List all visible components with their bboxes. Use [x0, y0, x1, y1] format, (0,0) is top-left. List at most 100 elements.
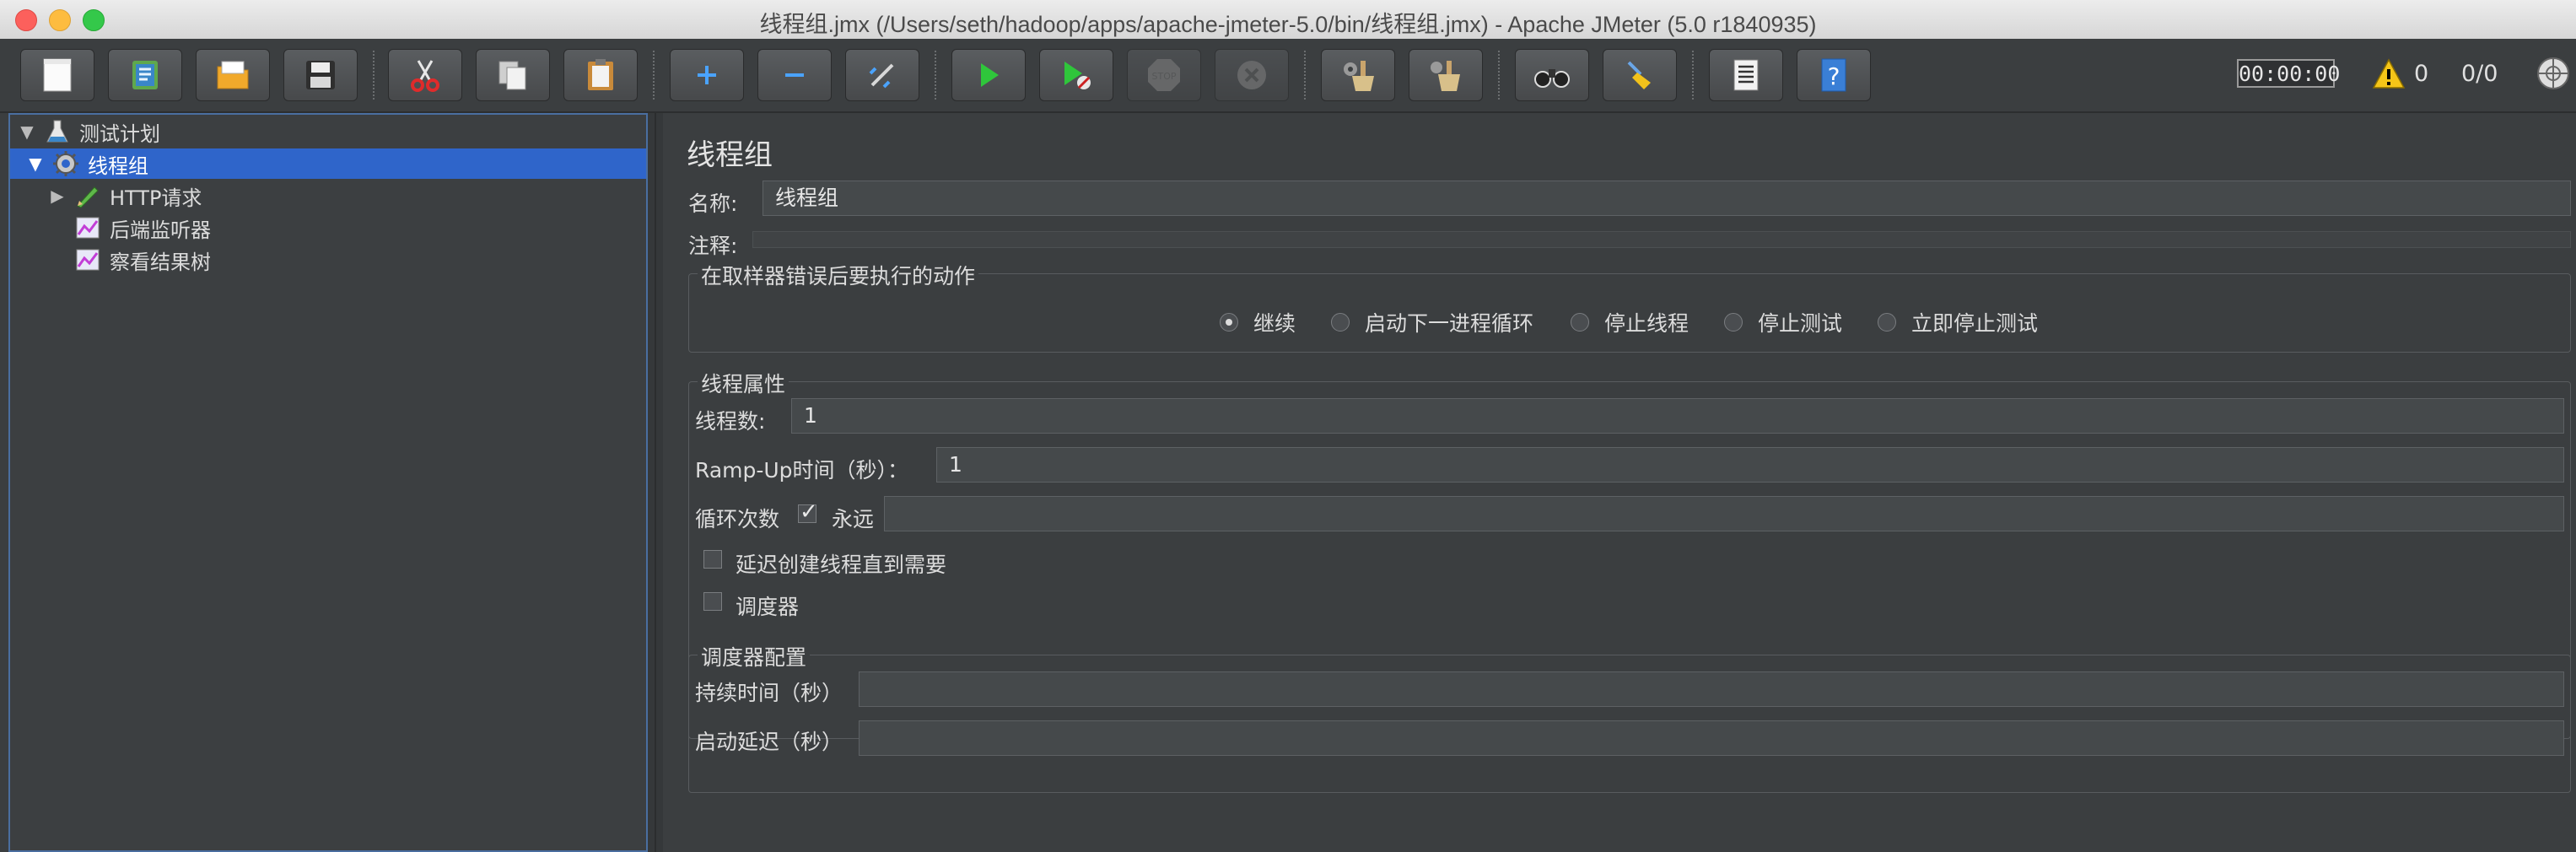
- forever-checkbox[interactable]: [798, 499, 818, 525]
- cut-button[interactable]: [388, 49, 462, 101]
- start-no-pauses-button[interactable]: [1039, 49, 1113, 101]
- svg-text:?: ?: [1828, 62, 1840, 90]
- toolbar-separator: [1498, 51, 1500, 100]
- save-button[interactable]: [283, 49, 358, 101]
- minus-icon: [785, 73, 804, 77]
- function-helper-button[interactable]: [1709, 49, 1783, 101]
- shutdown-icon: [1237, 61, 1266, 89]
- radio-start-next-loop[interactable]: 启动下一进程循环: [1331, 307, 1533, 337]
- svg-text:STOP: STOP: [1152, 71, 1177, 82]
- tree-item-label: 线程组: [88, 154, 148, 178]
- new-button[interactable]: [20, 49, 94, 101]
- reset-search-button[interactable]: [1603, 49, 1677, 101]
- save-disk-icon: [306, 61, 335, 89]
- expanded-triangle-icon[interactable]: ▼: [27, 154, 44, 174]
- tree-item-http-request[interactable]: ▶ HTTP请求: [49, 181, 639, 211]
- scissors-icon: [411, 60, 439, 92]
- paste-clipboard-icon: [588, 59, 613, 90]
- startup-delay-field[interactable]: [859, 720, 2564, 756]
- templates-button[interactable]: [108, 49, 182, 101]
- window-title: 线程组.jmx (/Users/seth/hadoop/apps/apache-…: [759, 12, 1817, 37]
- start-button[interactable]: [951, 49, 1026, 101]
- radio-label: 停止线程: [1604, 311, 1689, 336]
- search-button[interactable]: [1515, 49, 1589, 101]
- clear-button[interactable]: [1321, 49, 1395, 101]
- warning-count: 0: [2414, 61, 2429, 87]
- radio-indicator[interactable]: [1571, 313, 1589, 332]
- group-title: 线程属性: [698, 368, 790, 398]
- delay-thread-creation-checkbox[interactable]: [703, 550, 722, 569]
- open-button[interactable]: [196, 49, 270, 101]
- warning-icon[interactable]: [2372, 57, 2406, 91]
- clear-broom-gear-icon: [1344, 61, 1374, 91]
- templates-icon: [132, 61, 158, 89]
- listener-chart-icon: [76, 217, 100, 239]
- collapse-all-button[interactable]: [757, 49, 832, 101]
- stop-sign-icon: STOP: [1148, 59, 1180, 91]
- expanded-triangle-icon[interactable]: ▼: [19, 121, 35, 142]
- radio-continue[interactable]: 继续: [1220, 307, 1296, 337]
- rampup-field[interactable]: 1: [936, 447, 2564, 483]
- new-document-icon: [43, 58, 72, 92]
- radio-stop-test[interactable]: 停止测试: [1724, 307, 1842, 337]
- tree-item-label: 察看结果树: [110, 250, 211, 274]
- radio-indicator[interactable]: [1724, 313, 1743, 332]
- toggle-button[interactable]: [845, 49, 919, 101]
- toggle-wand-icon: [869, 63, 894, 89]
- paste-button[interactable]: [563, 49, 638, 101]
- panel-splitter[interactable]: [648, 113, 663, 852]
- threads-label: 线程数:: [695, 409, 766, 434]
- group-title: 调度器配置: [698, 641, 811, 671]
- collapsed-triangle-icon[interactable]: ▶: [49, 186, 66, 206]
- toolbar-separator: [1304, 51, 1306, 100]
- thread-group-gear-icon: [53, 151, 78, 176]
- tree-item-label: HTTP请求: [110, 186, 202, 210]
- play-icon: [981, 63, 999, 87]
- open-folder-icon: [217, 61, 249, 89]
- loop-count-field[interactable]: [884, 496, 2564, 531]
- tree-item-label: 测试计划: [79, 121, 160, 146]
- tree-item-label: 后端监听器: [110, 218, 211, 242]
- radio-indicator[interactable]: [1878, 313, 1896, 332]
- threads-field[interactable]: 1: [791, 398, 2564, 434]
- comment-field[interactable]: [752, 231, 2571, 248]
- tree-item-test-plan[interactable]: ▼ 测试计划: [19, 116, 646, 147]
- expand-all-button[interactable]: [670, 49, 744, 101]
- radio-label: 立即停止测试: [1911, 311, 2039, 336]
- shutdown-button[interactable]: [1215, 49, 1289, 101]
- play-no-timers-icon: [1064, 62, 1091, 89]
- toolbar-separator: [373, 51, 375, 100]
- forever-label: 永远: [832, 507, 875, 531]
- http-sampler-pen-icon: [77, 186, 99, 208]
- radio-selected-indicator[interactable]: [1220, 313, 1238, 332]
- tree-item-thread-group[interactable]: ▼ 线程组: [10, 148, 646, 179]
- radio-label: 启动下一进程循环: [1365, 311, 1534, 336]
- help-button[interactable]: ?: [1797, 49, 1871, 101]
- toolbar-separator: [1692, 51, 1694, 100]
- function-list-icon: [1733, 59, 1759, 91]
- remote-engine-globe-icon[interactable]: [2536, 56, 2571, 91]
- scheduler-label: 调度器: [736, 595, 800, 619]
- radio-stop-thread[interactable]: 停止线程: [1571, 307, 1689, 337]
- test-plan-flask-icon: [46, 120, 68, 143]
- binoculars-icon: [1534, 69, 1570, 88]
- tree-item-backend-listener[interactable]: 后端监听器: [74, 213, 639, 243]
- stop-button[interactable]: STOP: [1127, 49, 1201, 101]
- test-plan-tree[interactable]: ▼ 测试计划 ▼ 线程组 ▶ HTTP请求 后端监听器 察看结果树: [8, 113, 648, 852]
- tree-item-view-results-tree[interactable]: 察看结果树: [74, 245, 639, 275]
- duration-field[interactable]: [859, 671, 2564, 707]
- broom-icon: [1627, 61, 1651, 89]
- scheduler-checkbox[interactable]: [703, 592, 722, 611]
- copy-button[interactable]: [476, 49, 550, 101]
- clear-all-button[interactable]: [1409, 49, 1483, 101]
- radio-label: 继续: [1253, 311, 1296, 336]
- radio-indicator[interactable]: [1331, 313, 1350, 332]
- rampup-label: Ramp-Up时间（秒）：: [695, 458, 909, 483]
- toolbar-separator: [935, 51, 936, 100]
- radio-stop-test-now[interactable]: 立即停止测试: [1878, 307, 2038, 337]
- comment-label: 注释:: [688, 234, 738, 258]
- thread-group-editor: 线程组 名称: 线程组 注释: 在取样器错误后要执行的动作 继续 启动下一进程循…: [663, 113, 2576, 852]
- name-field[interactable]: 线程组: [763, 181, 2571, 216]
- duration-label: 持续时间（秒）: [695, 681, 843, 705]
- plus-icon: [698, 66, 716, 84]
